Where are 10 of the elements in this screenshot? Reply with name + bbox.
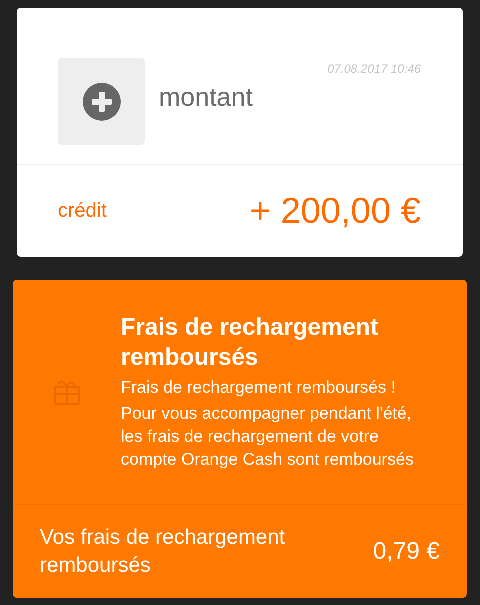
refund-label: Vos frais de rechargement remboursés <box>40 524 286 578</box>
offer-title: Frais de rechargement remboursés <box>121 313 380 373</box>
plus-circle-icon <box>82 82 120 120</box>
refund-amount: 0,79 € <box>373 536 440 566</box>
offer-description: Pour vous accompagner pendant l'été, les frais de rechargement de votre compte Orange Cash sont remboursés <box>121 403 415 471</box>
offer-subtitle: Frais de rechargement remboursés ! <box>121 377 397 399</box>
transaction-type: crédit <box>58 199 107 224</box>
transaction-label: montant <box>159 81 253 114</box>
transaction-date: 07.08.2017 10:46 <box>328 61 421 78</box>
transaction-amount: + 200,00 € <box>250 189 421 233</box>
